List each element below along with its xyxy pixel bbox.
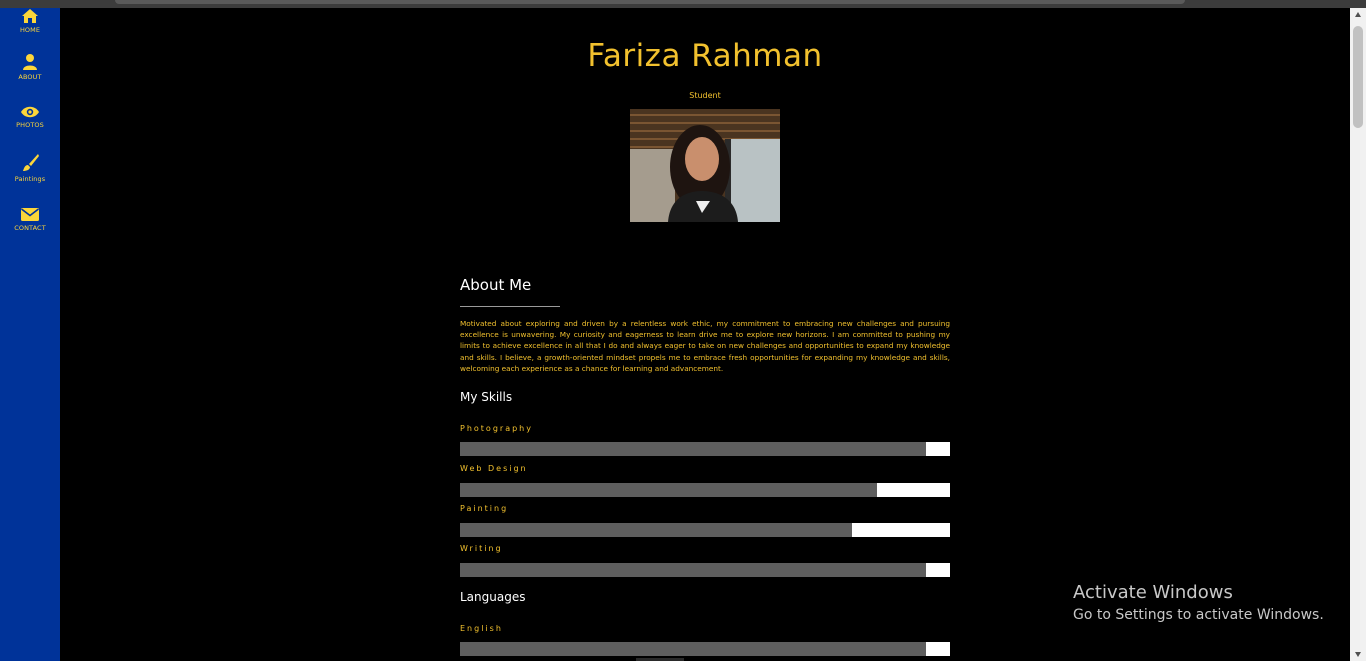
windows-activation-subtitle: Go to Settings to activate Windows. (1073, 607, 1324, 623)
skill-fill-painting (460, 523, 852, 537)
nav-label-paintings: Paintings (14, 175, 46, 183)
nav-item-home[interactable]: HOME (0, 8, 60, 34)
eye-icon (21, 106, 39, 118)
sidebar-nav: HOME ABOUT PHOTOS Paintings CONTACT (0, 8, 60, 661)
scrollbar-thumb[interactable] (1353, 26, 1363, 128)
skill-fill-photography (460, 442, 926, 456)
nav-item-photos[interactable]: PHOTOS (0, 105, 60, 129)
profile-photo (630, 109, 780, 222)
main-content: Fariza Rahman Student About Me Motivated… (60, 8, 1350, 661)
nav-label-photos: PHOTOS (16, 121, 44, 129)
skill-label-writing: Writing (460, 544, 503, 553)
languages-title: Languages (460, 590, 526, 604)
nav-label-about: ABOUT (18, 73, 42, 81)
envelope-icon (21, 208, 39, 221)
browser-top-bar (0, 0, 1366, 8)
page-scrollbar[interactable] (1350, 8, 1366, 661)
skill-label-painting: Painting (460, 504, 509, 513)
skill-bar-photography (460, 442, 950, 456)
skill-label-web-design: Web Design (460, 464, 528, 473)
skill-bar-painting (460, 523, 950, 537)
home-icon (22, 9, 38, 23)
nav-item-paintings[interactable]: Paintings (0, 153, 60, 183)
nav-item-contact[interactable]: CONTACT (0, 207, 60, 232)
about-text: Motivated about exploring and driven by … (460, 319, 950, 373)
scroll-up-arrow-icon[interactable] (1355, 12, 1361, 17)
skill-bar-web-design (460, 483, 950, 497)
skill-bar-writing (460, 563, 950, 577)
profile-role: Student (689, 91, 721, 100)
skills-title: My Skills (460, 390, 513, 404)
language-label-english: English (460, 624, 503, 633)
nav-label-contact: CONTACT (14, 224, 46, 232)
skill-fill-writing (460, 563, 926, 577)
about-divider (460, 306, 560, 307)
windows-activation-title: Activate Windows (1073, 582, 1233, 603)
about-title: About Me (460, 276, 532, 294)
browser-tabstrip (115, 0, 1185, 4)
nav-label-home: HOME (19, 26, 41, 34)
skill-fill-web-design (460, 483, 877, 497)
user-icon (23, 54, 37, 70)
language-bar-english (460, 642, 950, 656)
scroll-down-arrow-icon[interactable] (1355, 652, 1361, 657)
brush-icon (23, 154, 39, 171)
profile-name: Fariza Rahman (587, 38, 823, 74)
language-fill-english (460, 642, 926, 656)
skill-label-photography: Photography (460, 424, 533, 433)
nav-item-about[interactable]: ABOUT (0, 53, 60, 81)
